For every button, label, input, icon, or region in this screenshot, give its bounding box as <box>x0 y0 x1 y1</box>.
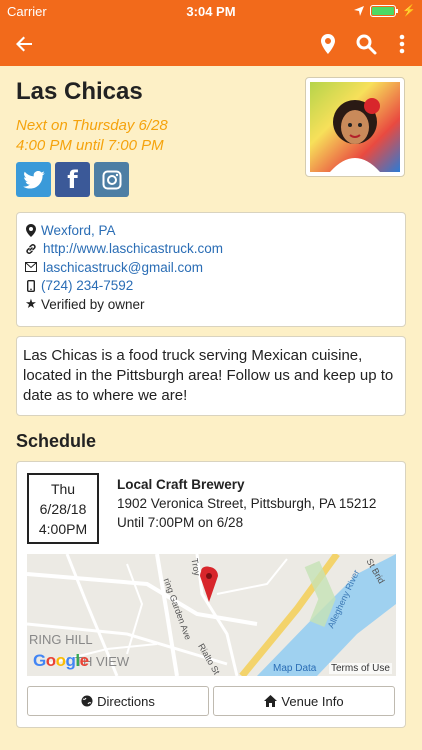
verified-label: Verified by owner <box>41 296 145 312</box>
charging-icon: ⚡ <box>402 5 416 17</box>
truck-avatar <box>305 77 405 177</box>
back-arrow-icon[interactable] <box>12 32 36 56</box>
star-icon: ★ <box>25 296 37 312</box>
location-arrow-icon <box>354 5 365 16</box>
facebook-icon: f <box>67 165 78 194</box>
envelope-icon <box>23 262 39 273</box>
map-data-link[interactable]: Map Data <box>273 663 316 674</box>
info-card: Wexford, PA http://www.laschicastruck.co… <box>16 212 406 327</box>
social-links: f <box>16 162 129 197</box>
date-time: 4:00PM <box>38 521 88 537</box>
next-time: 4:00 PM until 7:00 PM <box>16 137 164 154</box>
phone-link[interactable]: (724) 234-7592 <box>41 278 133 293</box>
google-logo: Google <box>33 651 89 670</box>
location-link[interactable]: Wexford, PA <box>41 223 116 238</box>
email-link[interactable]: laschicastruck@gmail.com <box>43 260 203 275</box>
more-vertical-icon[interactable] <box>390 32 414 56</box>
venue-map[interactable]: RING HILL TH VIEW ring Garden Ave Rialto… <box>27 554 396 676</box>
truck-logo-image <box>310 82 400 172</box>
venue-info-label: Venue Info <box>281 693 344 709</box>
status-right: ⚡ <box>354 4 416 17</box>
mobile-phone-icon <box>23 279 39 292</box>
description-text: Las Chicas is a food truck serving Mexic… <box>23 347 394 404</box>
navigation-bar <box>0 22 422 66</box>
map-label-hill: RING HILL <box>29 632 93 647</box>
venue-name: Local Craft Brewery <box>117 477 245 492</box>
date-date: 6/28/18 <box>39 501 87 517</box>
directions-button[interactable]: Directions <box>27 686 209 716</box>
terms-of-use-link[interactable]: Terms of Use <box>329 663 392 674</box>
link-icon <box>23 243 39 255</box>
date-day: Thu <box>50 481 76 497</box>
directions-label: Directions <box>97 693 155 709</box>
instagram-button[interactable] <box>94 162 129 197</box>
map-marker-icon <box>23 223 39 237</box>
home-icon <box>264 695 278 707</box>
twitter-button[interactable] <box>16 162 51 197</box>
verified-row: ★ Verified by owner <box>23 295 399 314</box>
next-appearance: Next on Thursday 6/28 4:00 PM until 7:00… <box>16 116 168 156</box>
venue-details: Local Craft Brewery 1902 Veronica Street… <box>117 475 376 532</box>
facebook-button[interactable]: f <box>55 162 90 197</box>
schedule-heading: Schedule <box>16 431 97 451</box>
venue-info-button[interactable]: Venue Info <box>213 686 395 716</box>
next-date: Next on Thursday 6/28 <box>16 117 168 134</box>
location-row[interactable]: Wexford, PA <box>23 221 399 240</box>
search-icon[interactable] <box>354 32 378 56</box>
globe-icon <box>81 695 93 707</box>
website-link[interactable]: http://www.laschicastruck.com <box>43 241 223 256</box>
venue-until: Until 7:00PM on 6/28 <box>117 515 244 530</box>
twitter-icon <box>22 170 45 189</box>
phone-row[interactable]: (724) 234-7592 <box>23 277 399 296</box>
description-card: Las Chicas is a food truck serving Mexic… <box>16 336 406 416</box>
schedule-card: Thu 6/28/18 4:00PM Local Craft Brewery 1… <box>16 461 406 728</box>
date-box: Thu 6/28/18 4:00PM <box>27 473 99 544</box>
website-row[interactable]: http://www.laschicastruck.com <box>23 240 399 259</box>
status-bar: Carrier 3:04 PM ⚡ <box>0 0 422 22</box>
instagram-icon <box>102 170 121 189</box>
venue-address: 1902 Veronica Street, Pittsburgh, PA 152… <box>117 496 377 511</box>
map-pin-icon[interactable] <box>316 32 340 56</box>
email-row[interactable]: laschicastruck@gmail.com <box>23 258 399 277</box>
battery-icon <box>370 4 399 17</box>
truck-name: Las Chicas <box>16 78 143 105</box>
